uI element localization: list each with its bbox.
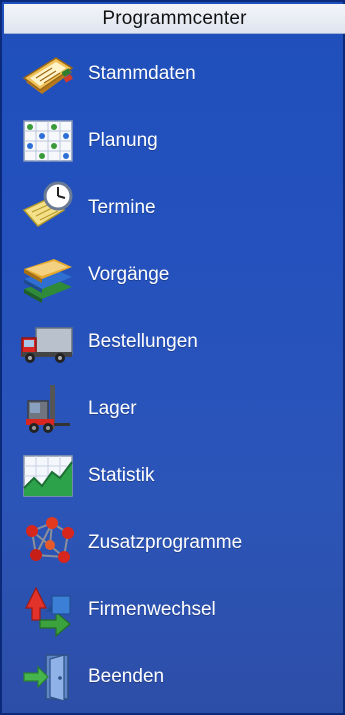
menu-item-label: Vorgänge [88,264,170,285]
delivery-truck-icon [16,310,80,374]
molecule-icon [16,511,80,575]
menu-item-planung[interactable]: Planung [16,109,316,173]
forklift-icon [16,377,80,441]
menu-item-label: Zusatzprogramme [88,532,243,553]
menu-item-label: Lager [88,398,137,419]
address-book-icon [16,42,80,106]
menu-item-label: Bestellungen [88,331,198,352]
menu-item-firmenwechsel[interactable]: Firmenwechsel [16,578,316,642]
menu-item-label: Stammdaten [88,63,196,84]
exit-door-icon [16,645,80,709]
panel-title: Programmcenter [4,4,345,34]
menu-item-label: Beenden [88,666,165,687]
program-center-panel: Programmcenter Stammdaten Planung Termin… [0,0,345,715]
book-stack-icon [16,243,80,307]
menu-item-label: Termine [88,197,156,218]
menu-item-statistik[interactable]: Statistik [16,444,316,508]
menu-item-beenden[interactable]: Beenden [16,645,316,709]
menu-item-bestellungen[interactable]: Bestellungen [16,310,316,374]
menu-item-label: Statistik [88,465,155,486]
menu-item-stammdaten[interactable]: Stammdaten [16,42,316,106]
menu-item-lager[interactable]: Lager [16,377,316,441]
menu-item-zusatzprogramme[interactable]: Zusatzprogramme [16,511,316,575]
planning-board-icon [16,109,80,173]
menu-item-termine[interactable]: Termine [16,176,316,240]
switch-arrows-icon [16,578,80,642]
clock-notepad-icon [16,176,80,240]
menu-item-label: Planung [88,130,158,151]
menu-item-vorgaenge[interactable]: Vorgänge [16,243,316,307]
chart-icon [16,444,80,508]
menu-item-label: Firmenwechsel [88,599,216,620]
